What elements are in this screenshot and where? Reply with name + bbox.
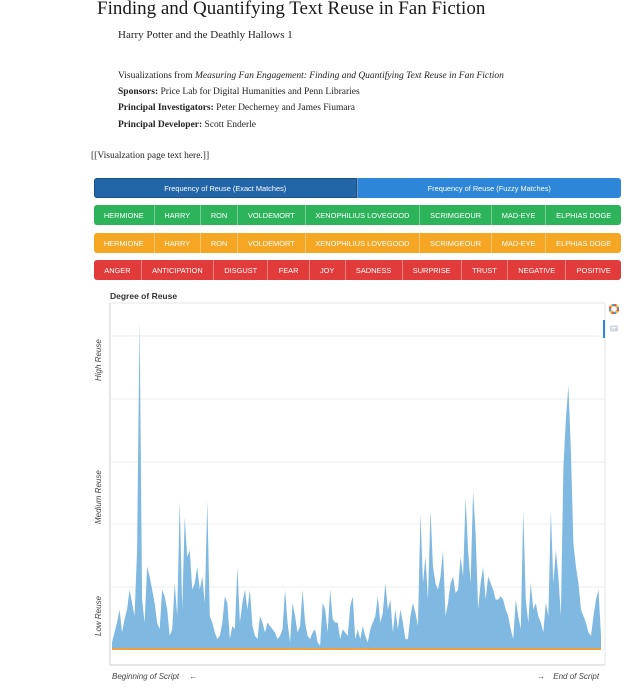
scroll-marker (603, 320, 605, 338)
comment-icon[interactable] (609, 324, 619, 334)
reuse-area-chart (109, 302, 606, 666)
color-wheel-icon[interactable] (609, 304, 619, 314)
reuse-area-series (112, 320, 601, 649)
